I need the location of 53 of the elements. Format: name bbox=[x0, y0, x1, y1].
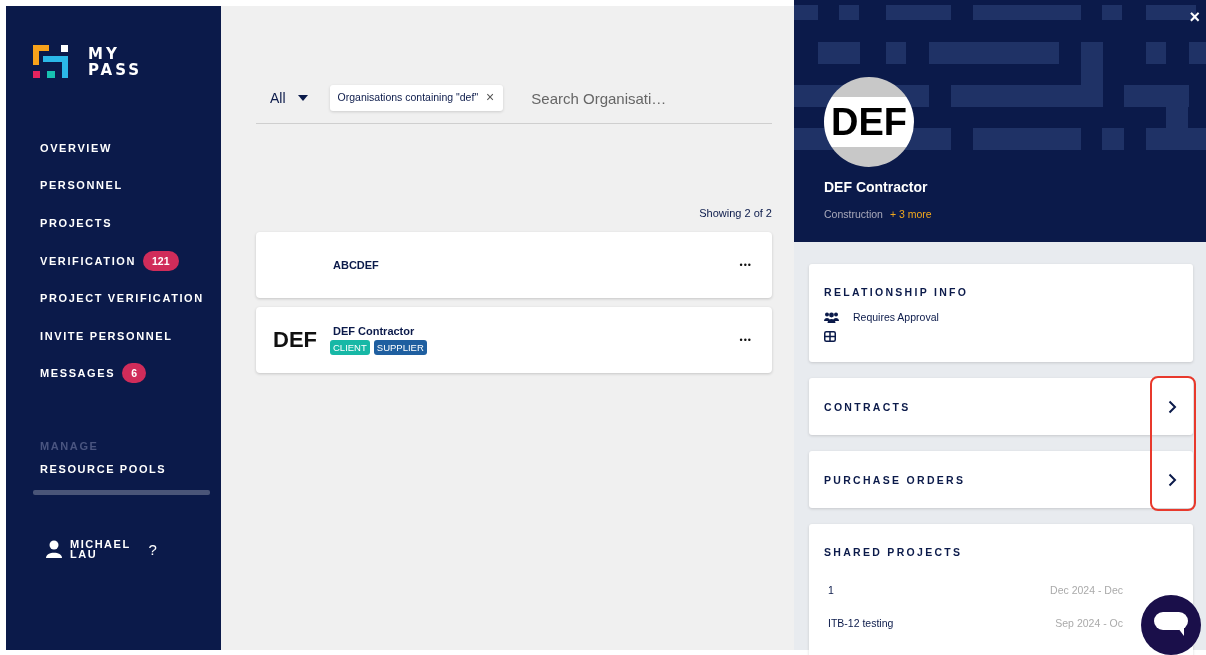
section-title: MANAGE bbox=[39, 440, 100, 453]
project-name: ITB-12 testing bbox=[827, 617, 894, 629]
card-title: SHARED PROJECTS bbox=[824, 546, 964, 558]
logo-icon bbox=[33, 45, 69, 79]
tag: CLIENT bbox=[330, 340, 370, 355]
scrollbar[interactable] bbox=[33, 490, 210, 496]
nav-item[interactable]: PERSONNEL bbox=[40, 179, 123, 192]
organisation-name: DEF Contractor bbox=[333, 325, 416, 337]
card-title: PURCHASE ORDERS bbox=[824, 473, 966, 486]
result-count: Showing 2 of 2 bbox=[698, 207, 772, 219]
nav-item[interactable]: PROJECTS bbox=[40, 217, 113, 229]
search-field[interactable]: Search Organisati… bbox=[529, 88, 724, 108]
count-badge: 6 bbox=[122, 363, 146, 384]
relationship-status: Requires Approval bbox=[853, 311, 939, 323]
scope-dropdown[interactable]: All bbox=[270, 90, 308, 106]
user-icon bbox=[46, 540, 62, 559]
more-options-button[interactable]: ••• bbox=[739, 260, 752, 270]
organisation-name: ABCDEF bbox=[333, 259, 380, 271]
nav-item[interactable]: MESSAGES bbox=[40, 367, 116, 380]
nav-item[interactable]: RESOURCE POOLS bbox=[40, 463, 167, 476]
card-title: RELATIONSHIP INFO bbox=[824, 286, 970, 298]
more-options-button[interactable]: ••• bbox=[739, 335, 752, 345]
help-button[interactable]: ? bbox=[148, 540, 157, 558]
link-card[interactable]: PURCHASE ORDERS bbox=[809, 451, 1193, 508]
organisation-logo: DEF bbox=[273, 327, 317, 352]
chevron-right-icon bbox=[1168, 472, 1177, 487]
logo-text: MY PASS bbox=[88, 46, 143, 78]
tag: SUPPLIER bbox=[373, 340, 427, 355]
organisation-card[interactable]: DEF DEF Contractor CLIENT SUPPLIER ••• bbox=[256, 307, 772, 373]
count-badge: 121 bbox=[143, 250, 179, 271]
close-button[interactable]: × bbox=[1189, 8, 1200, 26]
nav-item[interactable]: INVITE PERSONNEL bbox=[40, 329, 173, 342]
project-dates: Dec 2024 - Dec bbox=[1050, 584, 1123, 596]
nav-item[interactable]: OVERVIEW bbox=[40, 141, 112, 154]
more-categories-link[interactable]: + 3 more bbox=[889, 208, 932, 220]
remove-filter-button[interactable]: × bbox=[486, 91, 495, 103]
chevron-right-icon bbox=[1168, 399, 1177, 414]
project-dates: Sep 2024 - Oc bbox=[1055, 617, 1123, 629]
organisation-name: DEF Contractor bbox=[824, 179, 929, 195]
user-menu[interactable]: MICHAEL LAU bbox=[70, 539, 131, 560]
nav-item[interactable]: PROJECT VERIFICATION bbox=[40, 292, 204, 305]
project-name: 1 bbox=[827, 584, 834, 596]
people-icon bbox=[824, 311, 839, 323]
organisation-card[interactable]: ABCDEF ••• bbox=[256, 232, 772, 298]
filter-chip-label: Organisations containing "def" bbox=[337, 91, 479, 103]
organisation-logo: DEF bbox=[824, 77, 914, 167]
nav-item[interactable]: VERIFICATION bbox=[40, 254, 136, 267]
card-title: CONTRACTS bbox=[824, 400, 911, 413]
link-card[interactable]: CONTRACTS bbox=[809, 378, 1193, 435]
category-label: Construction bbox=[824, 208, 883, 220]
chat-icon bbox=[1154, 612, 1188, 638]
caret-icon bbox=[297, 95, 308, 101]
grid-icon bbox=[824, 331, 836, 342]
